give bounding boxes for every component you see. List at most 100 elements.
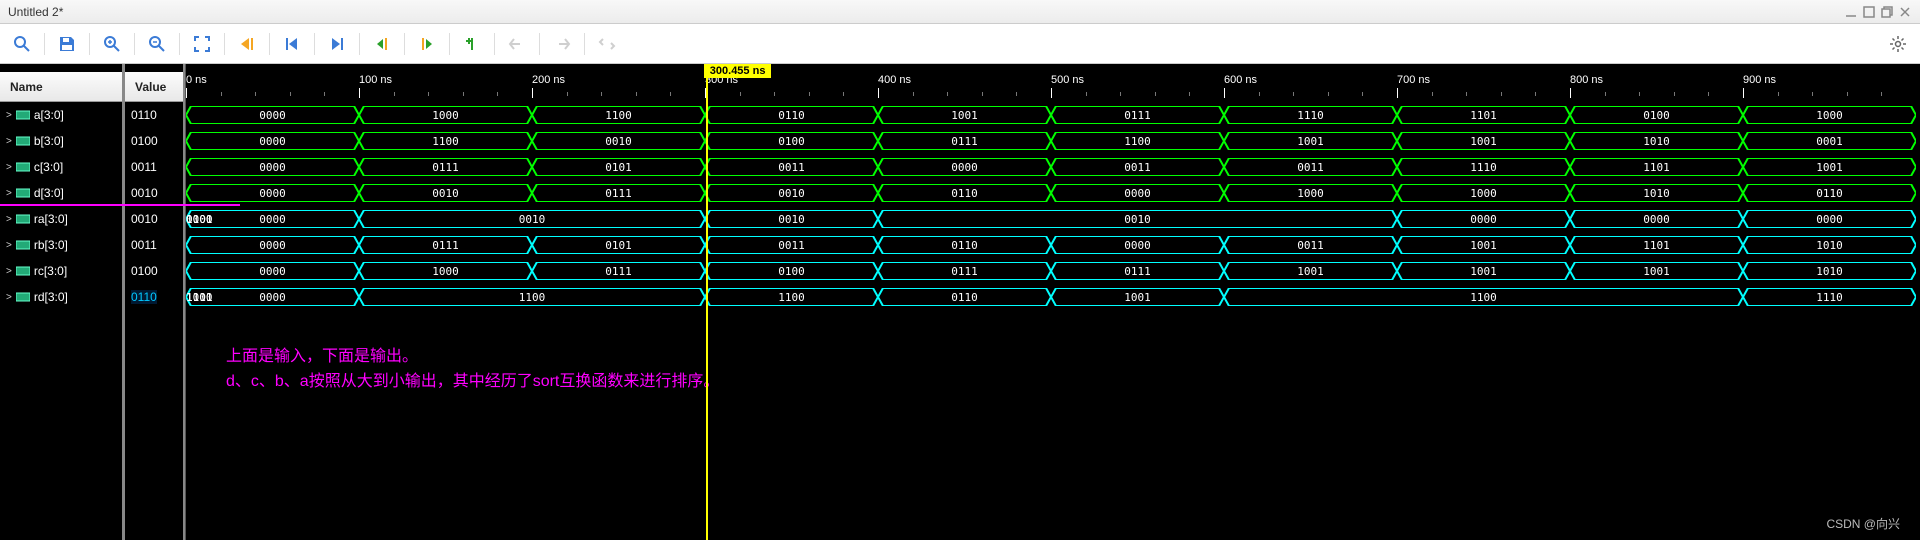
expand-icon[interactable]: > — [6, 266, 12, 277]
zoom-in-button[interactable] — [98, 30, 126, 58]
signal-name: rb[3:0] — [34, 238, 68, 252]
swap-left-button[interactable] — [503, 30, 531, 58]
zoom-fit-button[interactable] — [188, 30, 216, 58]
expand-icon[interactable]: > — [6, 162, 12, 173]
prev-transition-button[interactable] — [233, 30, 261, 58]
bus-segment — [1570, 236, 1743, 254]
expand-icon[interactable]: > — [6, 240, 12, 251]
expand-icon[interactable]: > — [6, 292, 12, 303]
expand-icon[interactable]: > — [6, 214, 12, 225]
minimize-icon[interactable] — [1844, 5, 1858, 19]
bus-segment — [1051, 262, 1224, 280]
cursor-line[interactable] — [706, 64, 708, 540]
bus-segment — [186, 236, 359, 254]
signal-value-row[interactable]: 0100 — [125, 128, 183, 154]
signal-value-row[interactable]: 0010 — [125, 180, 183, 206]
bus-segment — [705, 184, 878, 202]
add-marker-button[interactable] — [458, 30, 486, 58]
prev-marker-button[interactable] — [368, 30, 396, 58]
signal-name-row[interactable]: >d[3:0] — [0, 180, 122, 206]
bus-segment — [1224, 132, 1397, 150]
signal-name-row[interactable]: > rb[3:0] — [0, 232, 122, 258]
signal-value-row[interactable]: 0110 — [125, 102, 183, 128]
bus-segment — [1570, 210, 1743, 228]
waveform-row[interactable]: 0000100001110100011101111001100110011010 — [186, 258, 1920, 284]
signal-name-row[interactable]: >c[3:0] — [0, 154, 122, 180]
bus-segment — [1051, 184, 1224, 202]
expand-icon[interactable]: > — [6, 110, 12, 121]
save-button[interactable] — [53, 30, 81, 58]
search-button[interactable] — [8, 30, 36, 58]
bus-segment — [1224, 262, 1397, 280]
bus-segment — [705, 158, 878, 176]
signal-value: 0010 — [131, 186, 158, 200]
close-icon[interactable] — [1898, 5, 1912, 19]
waveform-row[interactable]: 0000110011000110100111001110111011011001 — [186, 284, 1920, 310]
bus-segment — [186, 288, 486, 306]
bus-segment — [1051, 288, 1224, 306]
swap-both-button[interactable] — [593, 30, 621, 58]
waveform-row[interactable]: 0000001001110010011000001000100010100110 — [186, 180, 1920, 206]
bus-segment — [1743, 158, 1916, 176]
value-column-header[interactable]: Value — [125, 72, 183, 102]
waveform-row[interactable]: 0000011101010011000000110011111011011001 — [186, 154, 1920, 180]
time-ruler[interactable]: 0 ns100 ns200 ns300 ns400 ns500 ns600 ns… — [186, 74, 1920, 102]
bus-segment — [1570, 106, 1743, 124]
next-marker-button[interactable] — [413, 30, 441, 58]
bus-segment — [878, 184, 1051, 202]
bus-icon — [16, 109, 30, 121]
expand-icon[interactable]: > — [6, 188, 12, 199]
zoom-out-button[interactable] — [143, 30, 171, 58]
signal-value: 0010 — [131, 212, 158, 226]
bus-segment — [1051, 106, 1224, 124]
bus-segment — [878, 210, 1397, 228]
go-last-button[interactable] — [323, 30, 351, 58]
ruler-tick: 500 ns — [1051, 74, 1084, 86]
bus-segment — [1224, 288, 1743, 306]
signal-name-row[interactable]: >rd[3:0] — [0, 284, 122, 310]
expand-icon[interactable]: > — [6, 136, 12, 147]
signal-value-row[interactable]: 0011 — [125, 232, 183, 258]
bus-segment — [186, 132, 359, 150]
bus-segment — [1051, 158, 1224, 176]
waveform-row[interactable]: 0000001000100010000000000000100001000001 — [186, 206, 1920, 232]
signal-name-row[interactable]: >rc[3:0] — [0, 258, 122, 284]
swap-right-button[interactable] — [548, 30, 576, 58]
waveform-row[interactable]: 0000011101010011011000000011100111011010 — [186, 232, 1920, 258]
name-column-header[interactable]: Name — [0, 72, 122, 102]
waveform-row[interactable]: 0000100011000110100101111110110101001000 — [186, 102, 1920, 128]
go-first-button[interactable] — [278, 30, 306, 58]
window-title: Untitled 2* — [8, 5, 63, 19]
waveform-row[interactable]: 0000110000100100011111001001100110100001 — [186, 128, 1920, 154]
ruler-tick: 600 ns — [1224, 74, 1257, 86]
bus-icon — [16, 135, 30, 147]
bus-segment — [878, 158, 1051, 176]
cursor-flag[interactable]: 300.455 ns — [704, 64, 772, 78]
annotation-1: 上面是输入，下面是输出。 — [226, 342, 418, 366]
signal-name-row[interactable]: > ra[3:0] — [0, 206, 122, 232]
bus-segment — [878, 262, 1051, 280]
bus-segment — [705, 236, 878, 254]
bus-segment — [1224, 236, 1397, 254]
bus-segment — [1224, 184, 1397, 202]
signal-value-row[interactable]: 0100 — [125, 258, 183, 284]
signal-value-row[interactable]: 0010 — [125, 206, 183, 232]
restore-icon[interactable] — [1880, 5, 1894, 19]
bus-segment — [1397, 210, 1570, 228]
bus-segment — [1224, 158, 1397, 176]
settings-button[interactable] — [1884, 30, 1912, 58]
signal-name-row[interactable]: >b[3:0] — [0, 128, 122, 154]
maximize-icon[interactable] — [1862, 5, 1876, 19]
separator-line — [186, 204, 240, 206]
toolbar — [0, 24, 1920, 64]
waveform-viewer[interactable]: 0 ns100 ns200 ns300 ns400 ns500 ns600 ns… — [186, 64, 1920, 540]
signal-value-row[interactable]: 0011 — [125, 154, 183, 180]
bus-segment — [705, 132, 878, 150]
bus-segment — [705, 288, 878, 306]
bus-segment — [1397, 158, 1570, 176]
signal-name-row[interactable]: >a[3:0] — [0, 102, 122, 128]
signal-value-row[interactable]: 0110 — [125, 284, 183, 310]
signal-name: ra[3:0] — [34, 212, 68, 226]
bus-segment — [878, 132, 1051, 150]
bus-segment — [532, 106, 705, 124]
